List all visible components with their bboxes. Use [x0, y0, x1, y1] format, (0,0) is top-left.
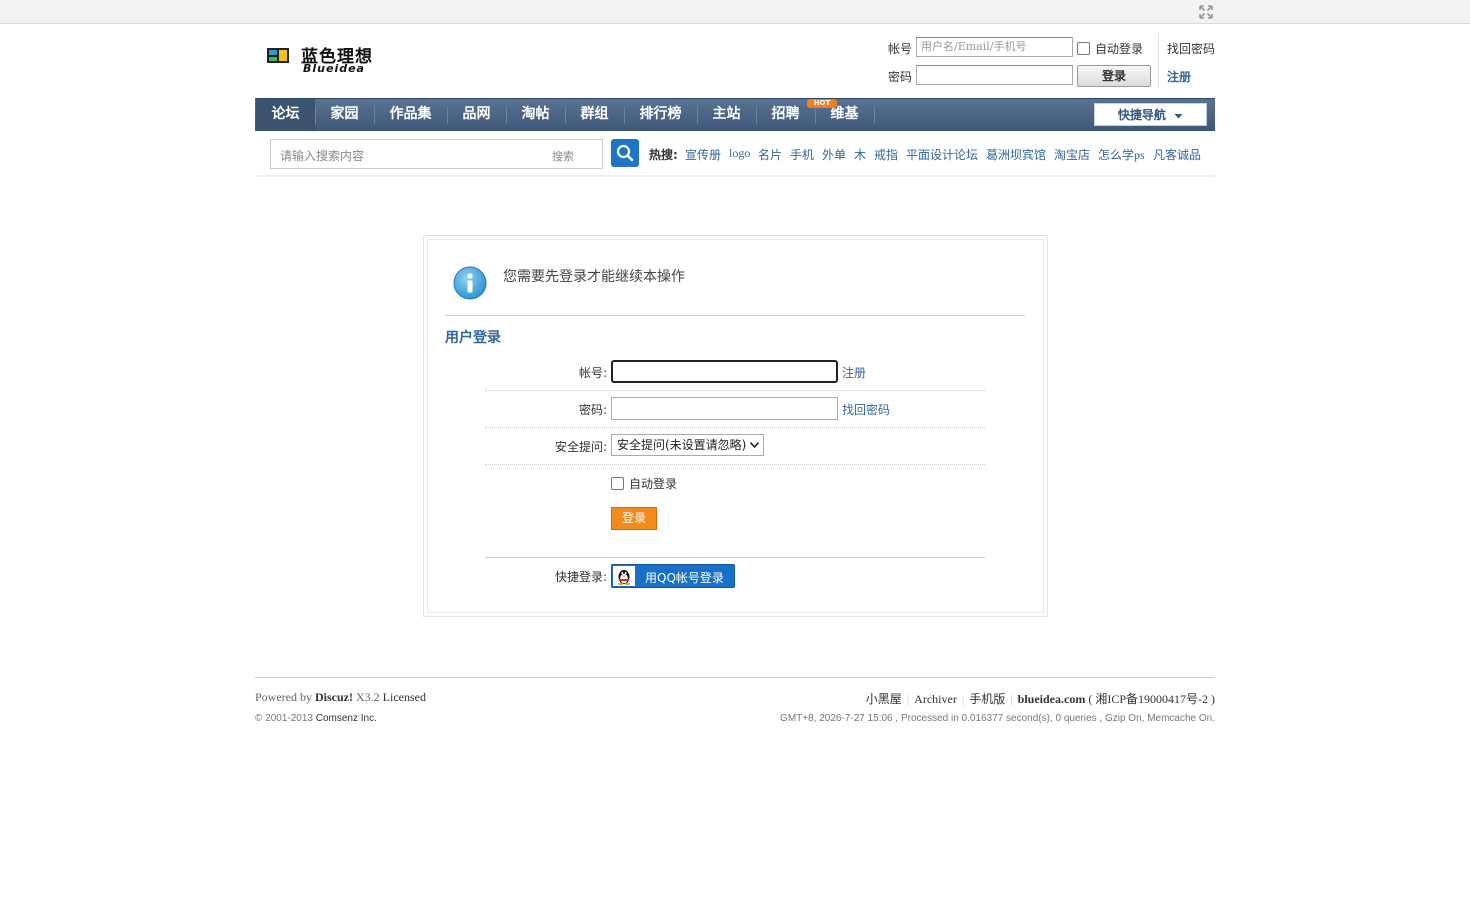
- nav-item-portfolio[interactable]: 作品集: [375, 99, 446, 131]
- quick-login-label: 快捷登录:: [554, 570, 607, 584]
- footer-separator: |: [961, 692, 965, 706]
- hot-search-link[interactable]: 凡客诚品: [1153, 146, 1201, 163]
- security-question-select[interactable]: 安全提问(未设置请忽略): [611, 434, 764, 456]
- quick-nav-button[interactable]: 快捷导航: [1094, 103, 1207, 126]
- row-divider: [485, 427, 985, 428]
- hot-badge: HOT: [807, 99, 837, 108]
- hot-search-link[interactable]: 葛洲坝宾馆: [986, 146, 1046, 163]
- row-divider: [485, 464, 985, 465]
- site-logo[interactable]: 蓝色理想 Blueidea: [267, 42, 382, 78]
- footer-separator: |: [1010, 692, 1013, 706]
- footer-link-archiver[interactable]: Archiver: [914, 692, 957, 706]
- chevron-down-icon: [750, 442, 759, 448]
- discuz-link[interactable]: Discuz!: [315, 690, 353, 704]
- hot-search-link[interactable]: 戒指: [874, 146, 898, 163]
- security-question-label: 安全提问:: [554, 440, 607, 454]
- top-toolbar: [0, 0, 1470, 24]
- search-placeholder: 请输入搜索内容: [280, 149, 365, 163]
- footer-stats: GMT+8, 2026-7-27 15:06 , Processed in 0.…: [780, 713, 1215, 724]
- header-account-input[interactable]: 用户名/Email/手机号: [916, 37, 1073, 57]
- hot-search-label: 热搜:: [649, 148, 678, 162]
- search-type-select[interactable]: 搜索: [552, 148, 574, 164]
- hot-search-link[interactable]: logo: [729, 146, 750, 161]
- hot-search-link[interactable]: 木: [854, 146, 866, 163]
- powered-by: Powered by Discuz! X3.2 Licensed: [255, 690, 426, 705]
- auto-login-label: 自动登录: [629, 477, 678, 491]
- footer-links: 小黑屋 | Archiver | 手机版 | blueidea.com ( 湘ICP备190…: [866, 690, 1215, 707]
- security-question-value: 安全提问(未设置请忽略): [617, 438, 747, 452]
- info-icon: [453, 266, 487, 300]
- header-register-link[interactable]: 注册: [1167, 68, 1191, 85]
- nav-item-main-site[interactable]: 主站: [698, 99, 755, 131]
- login-required-message: 您需要先登录才能继续本操作: [503, 269, 685, 285]
- footer-icp-link[interactable]: ( 湘ICP备19000417号-2 ): [1088, 692, 1215, 706]
- footer-site-link[interactable]: blueidea.com: [1018, 692, 1086, 706]
- header-password-input[interactable]: [916, 65, 1073, 85]
- footer-divider: [255, 677, 1215, 678]
- nav-item-taotie[interactable]: 淘帖: [507, 99, 564, 131]
- copyright-years: © 2001-2013: [255, 713, 313, 724]
- register-link[interactable]: 注册: [842, 364, 866, 381]
- hot-search-link[interactable]: 手机: [790, 146, 814, 163]
- hot-search-link[interactable]: 淘宝店: [1054, 146, 1090, 163]
- row-divider: [485, 390, 985, 391]
- divider: [485, 557, 985, 558]
- nav-item-forum[interactable]: 论坛: [256, 99, 315, 131]
- fullscreen-icon[interactable]: [1199, 5, 1213, 19]
- logo-mark-icon: [267, 48, 289, 63]
- nav-divider: [874, 106, 875, 124]
- nav-item-home[interactable]: 家园: [316, 99, 373, 131]
- footer-link-mobile[interactable]: 手机版: [969, 692, 1005, 706]
- header-auto-login-label: 自动登录: [1095, 42, 1144, 56]
- find-password-link[interactable]: 找回密码: [842, 401, 890, 418]
- auto-login-checkbox[interactable]: [611, 477, 624, 490]
- search-icon: [616, 144, 634, 162]
- nav-item-jobs[interactable]: 招聘: [757, 99, 814, 131]
- nav-item-pinwang[interactable]: 品网: [448, 99, 505, 131]
- qq-login-button[interactable]: 用QQ帐号登录: [611, 564, 735, 588]
- search-button[interactable]: [611, 139, 639, 167]
- logo-text-en: Blueidea: [303, 62, 365, 75]
- version-text: X3.2: [356, 690, 380, 704]
- account-input[interactable]: [611, 360, 838, 383]
- hot-search-link[interactable]: 平面设计论坛: [906, 146, 978, 163]
- header-auto-login-checkbox[interactable]: [1077, 42, 1090, 55]
- nav-item-ranking[interactable]: 排行榜: [625, 99, 696, 131]
- hot-search-link[interactable]: 怎么学ps: [1098, 146, 1145, 163]
- account-label: 帐号:: [578, 366, 607, 380]
- divider: [445, 315, 1025, 316]
- hot-search-link[interactable]: 宣传册: [685, 146, 721, 163]
- header-account-label: 帐号: [888, 42, 913, 56]
- license-text: Licensed: [382, 690, 426, 704]
- login-section-title: 用户登录: [445, 330, 501, 346]
- main-nav: 论坛 家园 作品集 品网 淘帖 群组 排行榜 主站 招聘 维基: [255, 98, 1215, 132]
- search-input[interactable]: 请输入搜索内容 搜索: [270, 139, 603, 169]
- nav-item-groups[interactable]: 群组: [566, 99, 623, 131]
- header-divider: [1158, 34, 1159, 88]
- footer-separator: |: [906, 692, 910, 706]
- login-dialog: [423, 235, 1048, 617]
- hot-search-link[interactable]: 名片: [758, 146, 782, 163]
- quick-nav-label: 快捷导航: [1117, 108, 1166, 122]
- comsenz-link[interactable]: Comsenz Inc.: [316, 713, 377, 724]
- header-password-label: 密码: [888, 70, 913, 84]
- password-input[interactable]: [611, 397, 838, 420]
- header-find-password-link[interactable]: 找回密码: [1167, 40, 1215, 57]
- chevron-down-icon: [1174, 113, 1183, 118]
- password-label: 密码:: [578, 403, 607, 417]
- header-login-button[interactable]: 登录: [1077, 65, 1151, 87]
- powered-prefix: Powered by: [255, 690, 312, 704]
- qq-login-label: 用QQ帐号登录: [645, 571, 724, 585]
- login-submit-button[interactable]: 登录: [611, 507, 657, 530]
- copyright: © 2001-2013 Comsenz Inc.: [255, 713, 377, 724]
- hot-search-link[interactable]: 外单: [822, 146, 846, 163]
- footer-link-blacklist[interactable]: 小黑屋: [866, 692, 902, 706]
- qq-penguin-icon: [613, 566, 635, 586]
